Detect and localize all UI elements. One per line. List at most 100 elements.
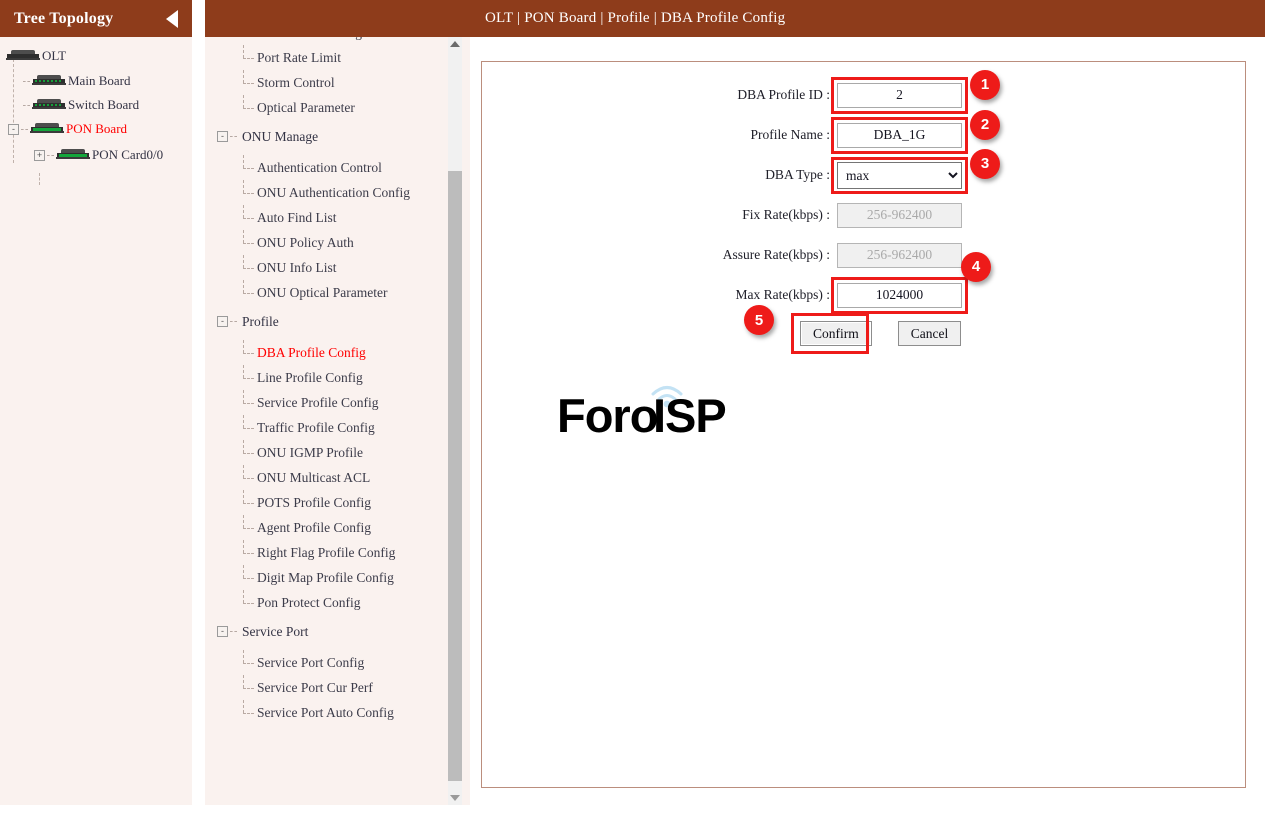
form-label-dba-profile-id: DBA Profile ID : [737,87,830,102]
menu-item-dba-profile-config[interactable]: DBA Profile Config [205,339,470,365]
scroll-down-arrow-icon[interactable] [448,791,462,805]
menu-item-port-rate-limit[interactable]: Port Rate Limit [205,44,470,70]
menu-item-service-port-cur-perf[interactable]: Service Port Cur Perf [205,674,470,700]
tree-expander-minus-icon[interactable]: - [8,123,19,135]
menu-item-label: Traffic Profile Config [257,419,375,435]
tree-connector [243,464,257,485]
form-label-fix-rate-kbps: Fix Rate(kbps) : [742,207,830,222]
menu-item-onu-optical-parameter[interactable]: ONU Optical Parameter [205,279,470,305]
menu-item-auto-find-list[interactable]: Auto Find List [205,204,470,230]
tree-connector [230,631,237,632]
tree-node-main-board[interactable]: Main Board [0,70,192,92]
step-badge-3: 3 [970,148,1000,179]
app-root: Tree Topology OLT Main Board Switch Boar… [0,0,1265,815]
field-wrapper-fix-rate-kbps [837,202,962,228]
form-row-dba-type: DBA Type : max 3 [482,148,1245,195]
menu-tree-scroll-area: Port Extend Config Port Rate Limit Storm C… [205,37,470,805]
menu-group-onu-manage[interactable]: - ONU Manage [205,124,470,149]
menu-item-service-port-config[interactable]: Service Port Config [205,649,470,675]
tree-connector [21,128,28,130]
form-label-max-rate-kbps: Max Rate(kbps) : [735,287,830,302]
profile-name-input[interactable] [837,122,962,148]
tree-expander-minus-icon[interactable]: - [217,626,228,637]
collapse-left-arrow-icon[interactable] [166,9,178,28]
menu-tree-panel: Port Extend Config Port Rate Limit Storm C… [205,0,470,805]
tree-topology-header: Tree Topology [0,0,192,37]
menu-item-port-extend-config[interactable]: Port Extend Config [205,37,470,45]
tree-connector [243,674,257,695]
tree-node-olt[interactable]: OLT [0,45,192,67]
tree-connector [47,154,54,156]
form-label-assure-rate-kbps: Assure Rate(kbps) : [722,247,830,262]
tree-connector [243,514,257,535]
scroll-up-arrow-icon[interactable] [448,37,462,51]
menu-item-onu-info-list[interactable]: ONU Info List [205,254,470,280]
tree-connector [243,364,257,385]
watermark-graphic: Foro ISP [557,386,727,442]
assure-rate-kbps-input [837,242,962,268]
menu-group-service-port[interactable]: - Service Port [205,619,470,644]
dba-type-select[interactable]: max [837,161,962,189]
tree-expander-minus-icon[interactable]: - [217,316,228,327]
menu-item-authentication-control[interactable]: Authentication Control [205,154,470,180]
menu-item-label: ONU Info List [257,259,337,275]
menu-item-service-port-auto-config[interactable]: Service Port Auto Config [205,699,470,725]
form-row-fix-rate-kbps: Fix Rate(kbps) : [482,195,1245,235]
menu-item-pots-profile-config[interactable]: POTS Profile Config [205,489,470,515]
menu-item-line-profile-config[interactable]: Line Profile Config [205,364,470,390]
menu-item-label: Optical Parameter [257,99,355,115]
step-badge-2: 2 [970,109,1000,140]
menu-item-digit-map-profile-config[interactable]: Digit Map Profile Config [205,564,470,590]
menu-item-label: Digit Map Profile Config [257,569,394,585]
board-icon [32,75,66,87]
menu-item-label: Storm Control [257,74,335,90]
dba-profile-id-input[interactable] [837,82,962,108]
menu-item-storm-control[interactable]: Storm Control [205,69,470,95]
max-rate-kbps-input[interactable] [837,282,962,308]
dba-profile-form: DBA Profile ID : 1 Profile Name : 2 DBA Type… [482,62,1245,315]
tree-node-pon-board[interactable]: - PON Board [0,118,192,140]
tree-node-pon-card[interactable]: + PON Card0/0 [0,144,192,166]
menu-item-label: DBA Profile Config [257,344,366,360]
tree-connector [23,104,30,106]
cancel-button[interactable]: Cancel [897,321,962,346]
menu-group-label: Service Port [242,623,309,639]
field-wrapper-dba-type: max 3 [831,148,1000,194]
menu-item-onu-multicast-acl[interactable]: ONU Multicast ACL [205,464,470,490]
menu-item-label: Service Port Config [257,654,365,670]
menu-tree-scrollbar[interactable] [448,37,462,805]
menu-item-label: ONU Authentication Config [257,184,410,200]
menu-item-label: Right Flag Profile Config [257,544,396,560]
menu-item-agent-profile-config[interactable]: Agent Profile Config [205,514,470,540]
tree-expander-minus-icon[interactable]: - [217,131,228,142]
menu-item-onu-igmp-profile[interactable]: ONU IGMP Profile [205,439,470,465]
scrollbar-thumb[interactable] [448,171,462,781]
fix-rate-kbps-input [837,202,962,228]
board-icon [6,50,40,62]
tree-connector [243,204,257,225]
watermark-text-isp: ISP [653,389,726,442]
menu-item-label: ONU IGMP Profile [257,444,363,460]
tree-connector [243,229,257,250]
menu-item-onu-policy-auth[interactable]: ONU Policy Auth [205,229,470,255]
tree-node-switch-board[interactable]: Switch Board [0,94,192,116]
menu-item-right-flag-profile-config[interactable]: Right Flag Profile Config [205,539,470,565]
tree-expander-plus-icon[interactable]: + [34,149,45,161]
menu-item-optical-parameter[interactable]: Optical Parameter [205,94,470,120]
tree-connector [243,69,257,90]
tree-connector [243,699,257,720]
menu-item-label: Agent Profile Config [257,519,371,535]
tree-topology-panel: Tree Topology OLT Main Board Switch Boar… [0,0,196,805]
board-icon [56,149,90,161]
tree-connector [243,564,257,585]
tree-branch-line [39,173,40,185]
menu-item-traffic-profile-config[interactable]: Traffic Profile Config [205,414,470,440]
confirm-button[interactable]: Confirm [800,321,872,346]
tree-connector [243,154,257,175]
menu-group-profile[interactable]: - Profile [205,309,470,334]
tree-topology-body: OLT Main Board Switch Board - PON Board … [0,37,192,805]
menu-item-pon-protect-config[interactable]: Pon Protect Config [205,589,470,615]
menu-item-onu-authentication-config[interactable]: ONU Authentication Config [205,179,470,205]
tree-connector [243,279,257,300]
menu-item-service-profile-config[interactable]: Service Profile Config [205,389,470,415]
